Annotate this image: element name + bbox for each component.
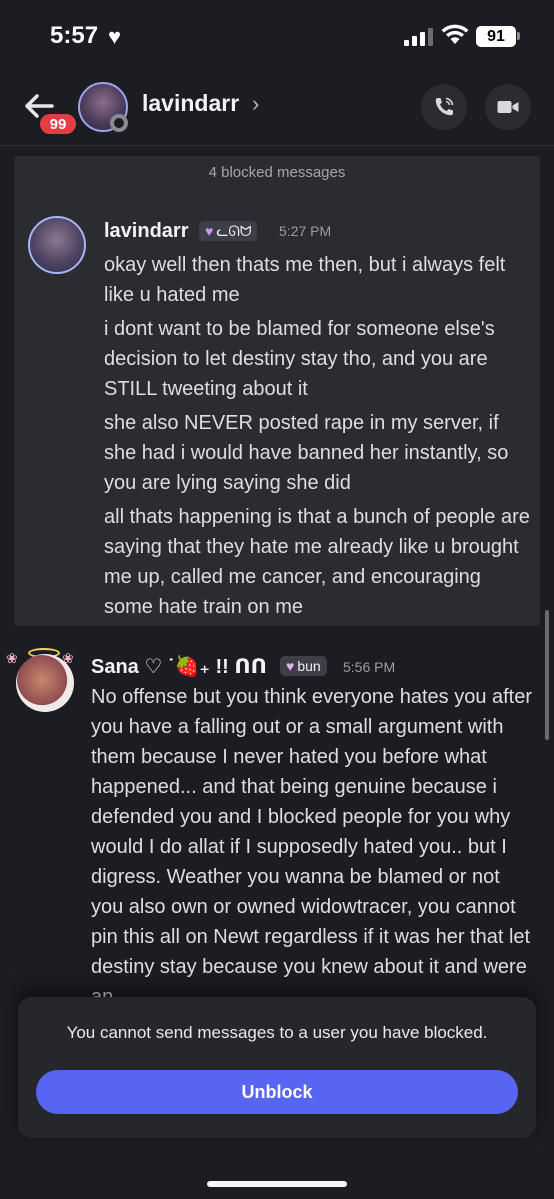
message-body: okay well then thats me then, but i alwa… bbox=[104, 250, 534, 626]
status-indicator bbox=[110, 114, 128, 132]
server-tag[interactable]: ♥ bun bbox=[280, 656, 327, 676]
phone-icon bbox=[435, 97, 454, 116]
blocked-notice: You cannot send messages to a user you h… bbox=[66, 1023, 488, 1042]
wifi-icon bbox=[441, 24, 469, 44]
server-tag[interactable]: ♥ ᓚᘏᗢ bbox=[199, 221, 258, 241]
message-timestamp: 5:27 PM bbox=[279, 223, 332, 239]
battery-tip bbox=[517, 32, 520, 40]
unread-badge: 99 bbox=[38, 112, 78, 136]
status-time: 5:57 bbox=[50, 22, 99, 49]
message-text: i dont want to be blamed for someone els… bbox=[104, 318, 495, 400]
status-bar: 5:57 ♥ 91 bbox=[0, 0, 554, 70]
video-camera-icon bbox=[497, 101, 519, 113]
blocked-messages-label[interactable]: 4 blocked messages bbox=[14, 164, 540, 181]
heart-icon: ♥ bbox=[108, 24, 122, 49]
message-timestamp: 5:56 PM bbox=[343, 659, 396, 675]
paw-icon: ❀ bbox=[6, 650, 18, 666]
video-call-button[interactable] bbox=[485, 84, 531, 130]
message-text: she also NEVER posted rape in my server,… bbox=[104, 412, 509, 494]
header-username[interactable]: lavindarr bbox=[142, 90, 239, 117]
avatar[interactable] bbox=[16, 654, 74, 712]
chevron-right-icon[interactable]: › bbox=[252, 91, 259, 117]
voice-call-button[interactable] bbox=[421, 84, 467, 130]
server-tag-label: bun bbox=[297, 658, 321, 674]
message-text: all thats happening is that a bunch of p… bbox=[104, 506, 530, 618]
signal-icon bbox=[404, 28, 434, 46]
message-text: No offense but you think everyone hates … bbox=[91, 686, 533, 1008]
heart-icon: ♥ bbox=[286, 658, 295, 674]
chat-header: 99 lavindarr › bbox=[0, 70, 554, 146]
scrollbar[interactable] bbox=[545, 610, 549, 740]
blocked-user-bar: You cannot send messages to a user you h… bbox=[18, 997, 536, 1138]
message-text: okay well then thats me then, but i alwa… bbox=[104, 254, 506, 306]
message-author[interactable]: lavindarr bbox=[104, 220, 188, 243]
battery-indicator: 91 bbox=[476, 26, 516, 47]
message-author[interactable]: Sana ♡ ˙🍓₊ !! ᑎᑎ bbox=[91, 654, 267, 679]
unblock-button[interactable]: Unblock bbox=[36, 1070, 518, 1114]
heart-icon: ♥ bbox=[205, 223, 214, 239]
avatar[interactable] bbox=[28, 216, 86, 274]
home-indicator[interactable] bbox=[207, 1181, 347, 1187]
server-tag-label: ᓚᘏᗢ bbox=[216, 223, 252, 239]
blocked-messages-section[interactable]: 4 blocked messages lavindarr ♥ ᓚᘏᗢ 5:27 P… bbox=[14, 156, 540, 626]
